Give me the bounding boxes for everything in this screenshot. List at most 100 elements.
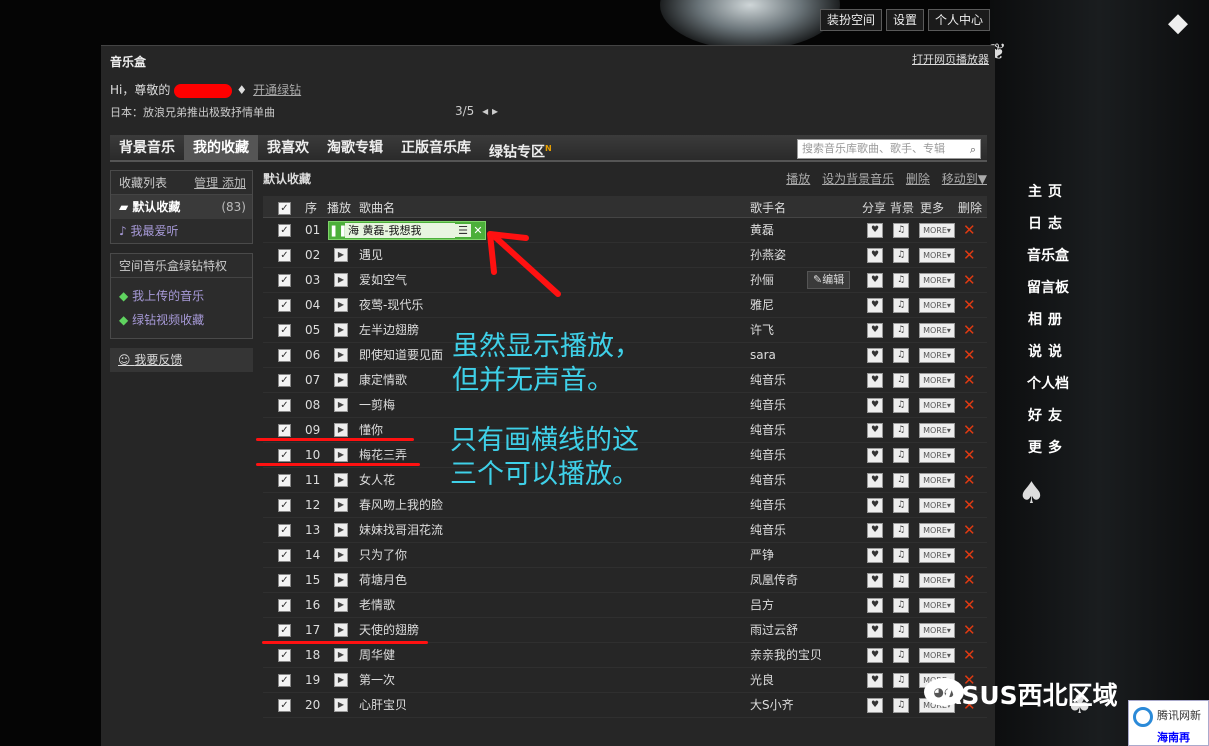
artist-name[interactable]: 纯音乐 [750,468,786,492]
bg-music-icon[interactable]: ♫ [893,698,909,713]
share-icon[interactable]: ♥ [867,448,883,463]
play-icon[interactable]: ▶ [334,298,348,312]
delete-icon[interactable]: ✕ [963,518,976,542]
row-checkbox[interactable]: ✓ [278,649,291,662]
more-dropdown[interactable]: MORE▾ [919,648,955,663]
play-icon[interactable]: ▶ [334,398,348,412]
bg-music-icon[interactable]: ♫ [893,348,909,363]
tab-i-like[interactable]: 我喜欢 [258,135,318,160]
more-dropdown[interactable]: MORE▾ [919,323,955,338]
share-icon[interactable]: ♥ [867,623,883,638]
artist-name[interactable]: 雅尼 [750,293,774,317]
more-dropdown[interactable]: MORE▾ [919,498,955,513]
delete-icon[interactable]: ✕ [963,543,976,567]
bg-music-icon[interactable]: ♫ [893,298,909,313]
more-dropdown[interactable]: MORE▾ [919,248,955,263]
set-bg-music-link[interactable]: 设为背景音乐 [822,172,894,186]
delete-icon[interactable]: ✕ [963,368,976,392]
open-green-diamond-link[interactable]: 开通绿钻 [253,83,301,97]
more-dropdown[interactable]: MORE▾ [919,398,955,413]
row-checkbox[interactable]: ✓ [278,249,291,262]
delete-action-link[interactable]: 删除 [906,172,930,186]
play-icon[interactable]: ▶ [334,248,348,262]
row-checkbox[interactable]: ✓ [278,524,291,537]
share-icon[interactable]: ♥ [867,548,883,563]
more-dropdown[interactable]: MORE▾ [919,473,955,488]
delete-icon[interactable]: ✕ [963,243,976,267]
bg-music-icon[interactable]: ♫ [893,423,909,438]
bg-music-icon[interactable]: ♫ [893,323,909,338]
artist-name[interactable]: 孙燕姿 [750,243,786,267]
table-row[interactable]: ✓ 14 ▶ 只为了你 严铮 ♥ ♫ MORE▾ ✕ [263,543,987,568]
tab-my-favorites[interactable]: 我的收藏 [184,135,258,160]
delete-icon[interactable]: ✕ [963,418,976,442]
play-icon[interactable]: ▶ [334,673,348,687]
row-checkbox[interactable]: ✓ [278,349,291,362]
more-dropdown[interactable]: MORE▾ [919,548,955,563]
right-nav-more[interactable]: 更多 [1022,432,1074,464]
personal-center-button[interactable]: 个人中心 [928,9,991,31]
row-checkbox[interactable]: ✓ [278,374,291,387]
song-name[interactable]: 第一次 [359,668,395,692]
artist-name[interactable]: 大S小齐 [750,693,794,717]
play-icon[interactable]: ▶ [334,448,348,462]
artist-name[interactable]: 纯音乐 [750,518,786,542]
table-row[interactable]: ✓20▶心肝宝贝大S小齐♥♫MORE▾✕ [263,693,987,718]
share-icon[interactable]: ♥ [867,298,883,313]
song-name[interactable]: 即使知道要见面 [359,343,443,367]
table-row[interactable]: ✓ 15 ▶ 荷塘月色 凤凰传奇 ♥ ♫ MORE▾ ✕ [263,568,987,593]
table-row[interactable]: ✓ 03 ▶ 爱如空气 孙俪 ✎编辑 ♥ ♫ MORE▾ ✕ [263,268,987,293]
manage-link[interactable]: 管理 [194,176,218,190]
bg-music-icon[interactable]: ♫ [893,398,909,413]
more-dropdown[interactable]: MORE▾ [919,448,955,463]
table-row[interactable]: ✓19▶第一次光良♥♫MORE▾✕ [263,668,987,693]
delete-icon[interactable]: ✕ [963,468,976,492]
row-checkbox[interactable]: ✓ [278,299,291,312]
song-name[interactable]: 一剪梅 [359,393,395,417]
artist-name[interactable]: 严铮 [750,543,774,567]
delete-icon[interactable]: ✕ [963,343,976,367]
row-checkbox[interactable]: ✓ [278,699,291,712]
row-checkbox[interactable]: ✓ [278,274,291,287]
bg-music-icon[interactable]: ♫ [893,523,909,538]
delete-icon[interactable]: ✕ [963,618,976,642]
play-icon[interactable]: ▶ [334,498,348,512]
delete-icon[interactable]: ✕ [963,593,976,617]
play-icon[interactable]: ▶ [334,423,348,437]
edit-button[interactable]: ✎编辑 [807,271,851,289]
play-icon[interactable]: ▶ [334,323,348,337]
song-name[interactable]: 周华健 [359,643,395,667]
sidebar-item-i-like[interactable]: ♪ 我最爱听 [111,219,252,243]
more-dropdown[interactable]: MORE▾ [919,573,955,588]
share-icon[interactable]: ♥ [867,223,883,238]
add-link[interactable]: 添加 [222,176,246,190]
move-to-link[interactable]: 移动到▼ [942,172,987,186]
share-icon[interactable]: ♥ [867,673,883,688]
more-dropdown[interactable]: MORE▾ [919,348,955,363]
share-icon[interactable]: ♥ [867,698,883,713]
bg-music-icon[interactable]: ♫ [893,373,909,388]
artist-name[interactable]: 纯音乐 [750,393,786,417]
share-icon[interactable]: ♥ [867,648,883,663]
settings-button[interactable]: 设置 [886,9,925,31]
play-icon[interactable]: ▶ [334,523,348,537]
more-dropdown[interactable]: MORE▾ [919,273,955,288]
artist-name[interactable]: 吕方 [750,593,774,617]
right-nav-guestbook[interactable]: 留言板 [1022,272,1074,304]
dress-space-button[interactable]: 装扮空间 [820,9,883,31]
play-icon[interactable]: ▶ [334,573,348,587]
select-all-checkbox[interactable]: ✓ [278,202,291,215]
bg-music-icon[interactable]: ♫ [893,498,909,513]
right-nav-album[interactable]: 相册 [1022,304,1074,336]
row-checkbox[interactable]: ✓ [278,224,291,237]
news-ticker[interactable]: 日本：放浪兄弟推出极致抒情单曲 [110,104,275,120]
tab-bg-music[interactable]: 背景音乐 [110,135,184,160]
delete-icon[interactable]: ✕ [963,318,976,342]
tab-green-zone[interactable]: 绿钻专区N [480,135,561,161]
bg-music-icon[interactable]: ♫ [893,273,909,288]
sidebar-item-uploaded[interactable]: ◆ 我上传的音乐 [111,284,252,308]
delete-icon[interactable]: ✕ [963,268,976,292]
row-checkbox[interactable]: ✓ [278,474,291,487]
delete-icon[interactable]: ✕ [963,493,976,517]
artist-name[interactable]: 纯音乐 [750,443,786,467]
